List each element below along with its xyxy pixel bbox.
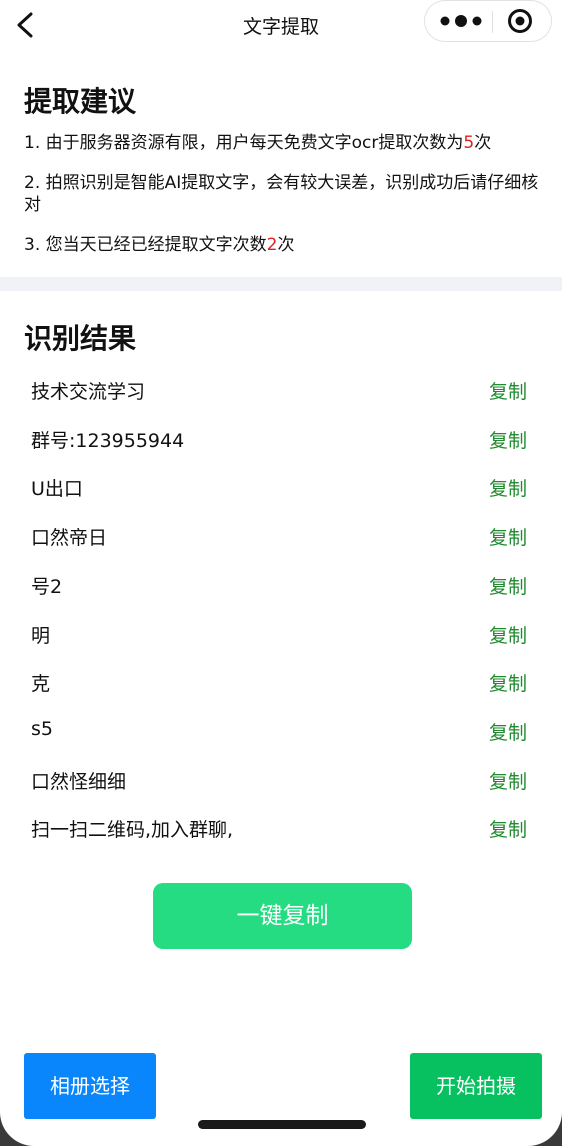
result-heading: 识别结果 [24, 322, 137, 355]
copy-link[interactable]: 复制 [489, 815, 527, 842]
tip-2: 2. 拍照识别是智能AI提取文字，会有较大误差，识别成功后请仔细核对 [24, 173, 539, 215]
copy-link[interactable]: 复制 [489, 523, 527, 550]
target-icon[interactable] [507, 8, 533, 34]
tip-1: 1. 由于服务器资源有限，用户每天免费文字ocr提取次数为5次 [24, 132, 539, 154]
result-text: U出口 [31, 478, 83, 501]
section-divider [0, 277, 562, 291]
suggest-heading: 提取建议 [24, 85, 137, 118]
copy-link[interactable]: 复制 [489, 426, 527, 453]
copy-link[interactable]: 复制 [489, 718, 527, 745]
daily-limit-count: 5 [463, 133, 475, 153]
result-row: 群号:123955944 复制 [0, 414, 562, 462]
result-row: 口然怪细细 复制 [0, 755, 562, 803]
result-text: 群号:123955944 [31, 429, 185, 452]
result-text: 技术交流学习 [31, 381, 146, 403]
result-row: 克 复制 [0, 657, 562, 705]
result-text: 扫一扫二维码,加入群聊, [31, 819, 234, 842]
more-dots-icon[interactable] [439, 11, 483, 31]
home-indicator [198, 1120, 366, 1129]
copy-link[interactable]: 复制 [489, 669, 527, 696]
tip-1-suffix: 次 [474, 133, 492, 153]
phone-screen: 文字提取 提取建议 1. 由于服务器资源有限，用户每天免费文字ocr提取次数为5… [0, 0, 562, 1146]
tip-3-prefix: 3. 您当天已经已经提取文字次数 [24, 235, 267, 255]
start-shoot-button[interactable]: 开始拍摄 [410, 1053, 542, 1119]
copy-link[interactable]: 复制 [489, 474, 527, 501]
result-text: 口然怪细细 [31, 770, 127, 793]
copy-link[interactable]: 复制 [489, 767, 527, 794]
mini-program-capsule [424, 0, 552, 42]
copy-link[interactable]: 复制 [489, 572, 527, 599]
result-text: 口然帝日 [31, 527, 108, 550]
tip-3-suffix: 次 [277, 235, 295, 255]
copy-link[interactable]: 复制 [489, 621, 527, 648]
result-row: U出口 复制 [0, 462, 562, 510]
result-row: 扫一扫二维码,加入群聊, 复制 [0, 803, 562, 851]
result-text: 克 [31, 673, 51, 696]
tip-3: 3. 您当天已经已经提取文字次数2次 [24, 234, 539, 256]
album-select-button[interactable]: 相册选择 [24, 1053, 156, 1119]
result-text: 号2 [31, 575, 63, 598]
result-text: 明 [31, 624, 51, 647]
nav-bar: 文字提取 [0, 0, 562, 50]
result-row: 号2 复制 [0, 560, 562, 608]
copy-all-button[interactable]: 一键复制 [153, 883, 412, 949]
result-row: s5 复制 [0, 706, 562, 754]
result-row: 口然帝日 复制 [0, 511, 562, 559]
copy-link[interactable]: 复制 [489, 377, 527, 404]
capsule-divider [492, 11, 493, 33]
used-count: 2 [266, 235, 278, 255]
result-text: s5 [31, 717, 53, 740]
tip-1-prefix: 1. 由于服务器资源有限，用户每天免费文字ocr提取次数为 [24, 133, 464, 153]
result-row: 明 复制 [0, 609, 562, 657]
result-row: 技术交流学习 复制 [0, 365, 562, 413]
